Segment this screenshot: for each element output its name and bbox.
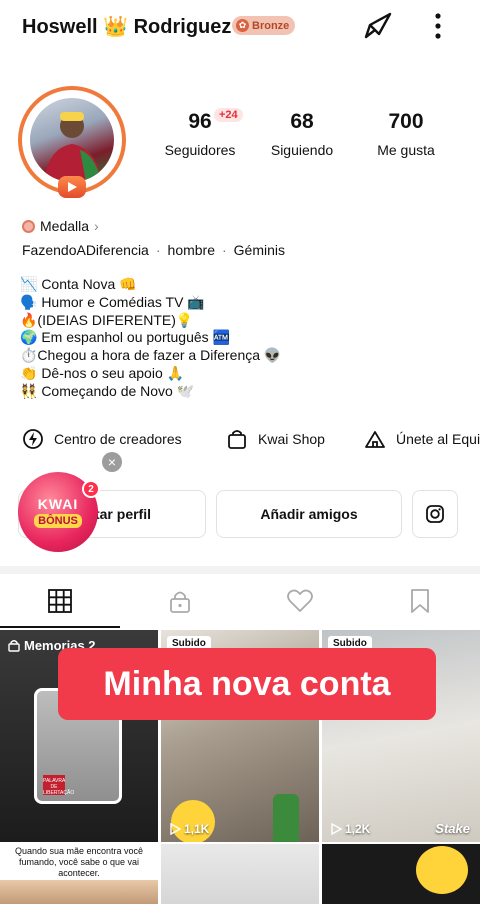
- tag-separator: ·: [155, 242, 161, 258]
- add-friends-label: Añadir amigos: [260, 506, 358, 522]
- name-last: Rodriguez: [133, 16, 232, 38]
- video-thumbnail: [0, 880, 158, 904]
- view-count-value: 1,2K: [345, 822, 371, 836]
- kwai-bonus-subtitle: BÔNUS: [34, 514, 82, 528]
- bronze-badge[interactable]: ✿ Bronze: [232, 16, 296, 35]
- tab-liked[interactable]: [240, 574, 360, 628]
- kwai-bonus-title: KWAI: [37, 496, 79, 512]
- kwai-shop-link[interactable]: Kwai Shop: [226, 428, 325, 450]
- bio-line: 🔥(IDEIAS DIFERENTE)💡: [20, 311, 194, 328]
- following-stat[interactable]: 68 Siguiendo: [252, 110, 352, 158]
- share-button[interactable]: [360, 8, 396, 44]
- lock-icon: [8, 640, 20, 652]
- share-arrow-icon: [364, 12, 392, 39]
- grid-icon: [48, 589, 72, 613]
- tab-saved[interactable]: [360, 574, 480, 628]
- profile-tags: FazendoADiferencia · hombre · Géminis: [22, 242, 285, 258]
- profile-stats: +24 96 Seguidores 68 Siguiendo 700 Me gu…: [150, 96, 470, 176]
- view-count: 1,1K: [169, 822, 209, 836]
- more-options-button[interactable]: [426, 8, 450, 44]
- medal-icon: [22, 219, 35, 233]
- following-label: Siguiendo: [270, 142, 334, 158]
- bio-line: ⏱️Chegou a hora de fazer a Diferença 👽: [20, 347, 282, 364]
- add-friends-button[interactable]: Añadir amigos: [216, 490, 402, 538]
- guild-tent-icon: [365, 431, 385, 448]
- creator-center-link[interactable]: Centro de creadores: [22, 428, 182, 450]
- live-play-icon: [58, 176, 86, 198]
- shopping-bag-icon: [228, 430, 246, 449]
- chevron-right-icon: ›: [94, 218, 99, 234]
- kwai-bonus-count-badge: 2: [82, 480, 100, 498]
- content-tabs: [0, 574, 480, 628]
- video-tile[interactable]: Quando sua mãe encontra você fumando, vo…: [0, 844, 158, 904]
- kwai-shop-label: Kwai Shop: [258, 431, 325, 447]
- avatar-photo: [30, 98, 114, 182]
- video-tile[interactable]: [161, 844, 319, 904]
- play-icon: [170, 823, 181, 835]
- join-guild-link[interactable]: Únete al Equi: [364, 428, 480, 450]
- tag-zodiac: Géminis: [233, 242, 286, 258]
- likes-label: Me gusta: [377, 142, 435, 158]
- bookmark-icon: [411, 589, 429, 613]
- tag-hashtag[interactable]: FazendoADiferencia: [22, 242, 149, 258]
- following-count: 68: [290, 110, 314, 133]
- edit-profile-label: tar perfil: [94, 506, 151, 522]
- medal-link[interactable]: Medalla ›: [22, 218, 99, 234]
- memories-thumbnail-logo: PALAVRA DE LIBERTAÇÃO: [43, 775, 74, 796]
- view-count-value: 1,1K: [184, 822, 210, 836]
- stake-watermark: Stake: [435, 821, 470, 836]
- new-followers-badge: +24: [214, 108, 243, 122]
- view-count: 1,2K: [330, 822, 370, 836]
- bottle-image: [273, 794, 299, 842]
- video-tile[interactable]: [322, 844, 480, 904]
- bronze-medal-icon: ✿: [236, 19, 249, 32]
- avatar[interactable]: [18, 86, 126, 198]
- tab-private[interactable]: [120, 574, 240, 628]
- profile-name: Hoswell 👑 Rodriguez: [22, 14, 231, 39]
- video-caption: Quando sua mãe encontra você fumando, vo…: [0, 844, 158, 880]
- active-tab-indicator: [0, 626, 120, 628]
- name-first: Hoswell: [22, 16, 98, 38]
- bolt-circle-icon: [23, 429, 43, 449]
- likes-count: 700: [388, 110, 424, 133]
- bio-line: 🗣️ Humor e Comédias TV 📺: [20, 293, 205, 310]
- bio: 📉 Conta Nova 👊 🗣️ Humor e Comédias TV 📺 …: [20, 276, 350, 401]
- join-guild-label: Únete al Equi: [396, 431, 480, 447]
- instagram-button[interactable]: [412, 490, 458, 538]
- tab-grid[interactable]: [0, 574, 120, 628]
- creator-center-label: Centro de creadores: [54, 431, 182, 447]
- bio-line: 👯 Começando de Novo 🕊️: [20, 382, 195, 399]
- bio-line: 📉 Conta Nova 👊: [20, 276, 137, 292]
- section-divider: [0, 566, 480, 574]
- bronze-badge-label: Bronze: [252, 19, 290, 32]
- bio-line: 👏 Dê-nos o seu apoio 🙏: [20, 364, 185, 381]
- close-icon[interactable]: ×: [102, 452, 122, 472]
- followers-stat[interactable]: +24 96 Seguidores: [150, 108, 250, 158]
- laughing-emoji-icon: [416, 846, 468, 894]
- heart-icon: [287, 589, 313, 612]
- overlay-banner: Minha nova conta: [58, 648, 436, 720]
- lock-icon: [170, 591, 190, 613]
- quick-links-row: Centro de creadores Kwai Shop Únete al E…: [0, 424, 480, 456]
- followers-label: Seguidores: [164, 142, 236, 158]
- play-icon: [331, 823, 342, 835]
- vertical-dots-icon: [435, 13, 441, 39]
- top-bar: Hoswell 👑 Rodriguez ✿ Bronze: [0, 0, 480, 56]
- crown-icon: 👑: [103, 16, 129, 38]
- medal-label: Medalla: [40, 218, 90, 234]
- bio-line: 🌍 Em espanhol ou português 🏧: [20, 329, 230, 346]
- likes-stat[interactable]: 700 Me gusta: [356, 110, 456, 158]
- tag-gender: hombre: [167, 242, 215, 258]
- instagram-icon: [426, 505, 444, 523]
- tag-separator: ·: [222, 242, 227, 258]
